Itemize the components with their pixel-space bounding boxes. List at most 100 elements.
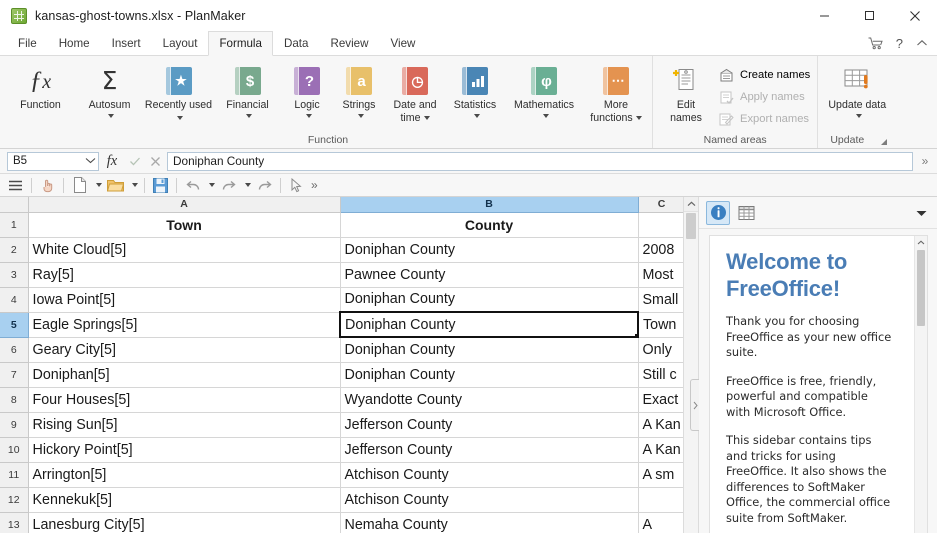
cell-a2[interactable]: White Cloud[5] (28, 237, 341, 263)
export-names-button[interactable]: Export names (715, 108, 815, 130)
grid-vertical-scrollbar[interactable] (683, 197, 698, 533)
formula-input[interactable]: Doniphan County (167, 151, 913, 171)
cell-b11[interactable]: Atchison County (340, 462, 639, 488)
tab-formula[interactable]: Formula (208, 31, 273, 56)
name-box-chevron-down-icon[interactable] (85, 155, 96, 167)
update-data-button[interactable]: Update data (826, 61, 888, 121)
cell-b4[interactable]: Doniphan County (340, 287, 639, 313)
redo-icon[interactable] (217, 175, 240, 196)
row-header-6[interactable]: 6 (0, 337, 29, 363)
financial-dropdown-caret[interactable] (243, 113, 252, 121)
cell-b9[interactable]: Jefferson County (340, 412, 639, 438)
mathematics-dropdown-caret[interactable] (540, 113, 549, 121)
cell-b1[interactable]: County (340, 212, 639, 238)
cell-c10[interactable]: A Kan (638, 437, 686, 463)
menu-hamburger-icon[interactable] (4, 175, 27, 196)
autosum-button[interactable]: Σ Autosum (75, 61, 144, 121)
sidebar-menu-chevron-down-icon[interactable] (916, 204, 927, 222)
insert-function-fx-button[interactable]: fx (99, 153, 125, 170)
cell-a6[interactable]: Geary City[5] (28, 337, 341, 363)
sidebar-scroll-up-arrow-icon[interactable] (915, 236, 927, 249)
cell-c5[interactable]: Town (638, 312, 686, 338)
cell-a11[interactable]: Arrington[5] (28, 462, 341, 488)
tab-insert[interactable]: Insert (101, 31, 152, 55)
cell-b13[interactable]: Nemaha County (340, 512, 639, 533)
date-and-time-button[interactable]: ◷ Date and time (386, 61, 444, 124)
new-document-dropdown-caret[interactable] (91, 175, 104, 196)
cell-a4[interactable]: Iowa Point[5] (28, 287, 341, 313)
cell-b10[interactable]: Jefferson County (340, 437, 639, 463)
spreadsheet-grid[interactable]: A B C 1 Town County 2 White Cloud[5] Don… (0, 197, 698, 533)
column-header-b[interactable]: B (340, 197, 639, 213)
statistics-dropdown-caret[interactable] (471, 113, 480, 121)
row-header-1[interactable]: 1 (0, 212, 29, 238)
select-all-corner[interactable] (0, 197, 29, 213)
cell-c3[interactable]: Most (638, 262, 686, 288)
redo-dropdown-caret[interactable] (240, 175, 253, 196)
row-header-5[interactable]: 5 (0, 312, 29, 338)
collapse-ribbon-chevron-icon[interactable] (916, 39, 928, 48)
row-header-7[interactable]: 7 (0, 362, 29, 388)
mathematics-button[interactable]: φ Mathematics (506, 61, 582, 121)
row-header-8[interactable]: 8 (0, 387, 29, 413)
column-header-c[interactable]: C (638, 197, 686, 213)
tab-review[interactable]: Review (319, 31, 379, 55)
open-folder-dropdown-caret[interactable] (127, 175, 140, 196)
financial-button[interactable]: $ Financial (213, 61, 282, 121)
cell-c7[interactable]: Still c (638, 362, 686, 388)
grid-scrollbar-thumb[interactable] (686, 213, 696, 239)
name-box[interactable]: B5 (7, 151, 99, 171)
undo-dropdown-caret[interactable] (204, 175, 217, 196)
select-cursor-icon[interactable] (285, 175, 308, 196)
cell-a7[interactable]: Doniphan[5] (28, 362, 341, 388)
cell-a5[interactable]: Eagle Springs[5] (28, 312, 341, 338)
sidebar-scrollbar-thumb[interactable] (917, 250, 925, 326)
cell-a13[interactable]: Lanesburg City[5] (28, 512, 341, 533)
open-folder-icon[interactable] (104, 175, 127, 196)
row-header-11[interactable]: 11 (0, 462, 29, 488)
close-button[interactable] (892, 0, 937, 31)
cell-a9[interactable]: Rising Sun[5] (28, 412, 341, 438)
undo-icon[interactable] (181, 175, 204, 196)
function-button[interactable]: ƒx Function (6, 61, 75, 112)
sidebar-tab-info-tips-icon[interactable] (706, 200, 730, 225)
row-header-3[interactable]: 3 (0, 262, 29, 288)
cell-b12[interactable]: Atchison County (340, 487, 639, 513)
cell-c8[interactable]: Exact (638, 387, 686, 413)
cell-b8[interactable]: Wyandotte County (340, 387, 639, 413)
update-data-dropdown-caret[interactable] (853, 113, 862, 121)
cell-c6[interactable]: Only (638, 337, 686, 363)
tab-home[interactable]: Home (48, 31, 101, 55)
cell-b7[interactable]: Doniphan County (340, 362, 639, 388)
cell-c1[interactable] (638, 212, 686, 238)
cell-c9[interactable]: A Kan (638, 412, 686, 438)
tab-file[interactable]: File (7, 31, 48, 55)
cell-c13[interactable]: A (638, 512, 686, 533)
help-question-icon[interactable]: ? (896, 36, 903, 51)
cell-a3[interactable]: Ray[5] (28, 262, 341, 288)
cell-c4[interactable]: Small (638, 287, 686, 313)
shopping-cart-icon[interactable] (868, 37, 883, 50)
row-header-12[interactable]: 12 (0, 487, 29, 513)
column-header-a[interactable]: A (28, 197, 341, 213)
cell-b5[interactable]: Doniphan County (339, 311, 639, 338)
sidebar-vertical-scrollbar[interactable] (914, 236, 927, 533)
scroll-up-arrow-icon[interactable] (684, 197, 698, 212)
cell-a1[interactable]: Town (28, 212, 341, 238)
cell-c2[interactable]: 2008 (638, 237, 686, 263)
touch-mode-icon[interactable] (36, 175, 59, 196)
cell-a8[interactable]: Four Houses[5] (28, 387, 341, 413)
logic-button[interactable]: ? Logic (282, 61, 332, 121)
recently-used-button[interactable]: ★ Recently used (144, 61, 213, 124)
row-header-10[interactable]: 10 (0, 437, 29, 463)
strings-dropdown-caret[interactable] (355, 113, 364, 121)
sidebar-tab-sheet-table-icon[interactable] (734, 201, 758, 225)
maximize-button[interactable] (847, 0, 892, 31)
formula-bar-overflow-button[interactable]: » (915, 154, 935, 168)
cell-b2[interactable]: Doniphan County (340, 237, 639, 263)
cell-b6[interactable]: Doniphan County (340, 337, 639, 363)
accept-formula-button[interactable] (125, 156, 145, 167)
row-header-9[interactable]: 9 (0, 412, 29, 438)
row-header-4[interactable]: 4 (0, 287, 29, 313)
cell-a12[interactable]: Kennekuk[5] (28, 487, 341, 513)
